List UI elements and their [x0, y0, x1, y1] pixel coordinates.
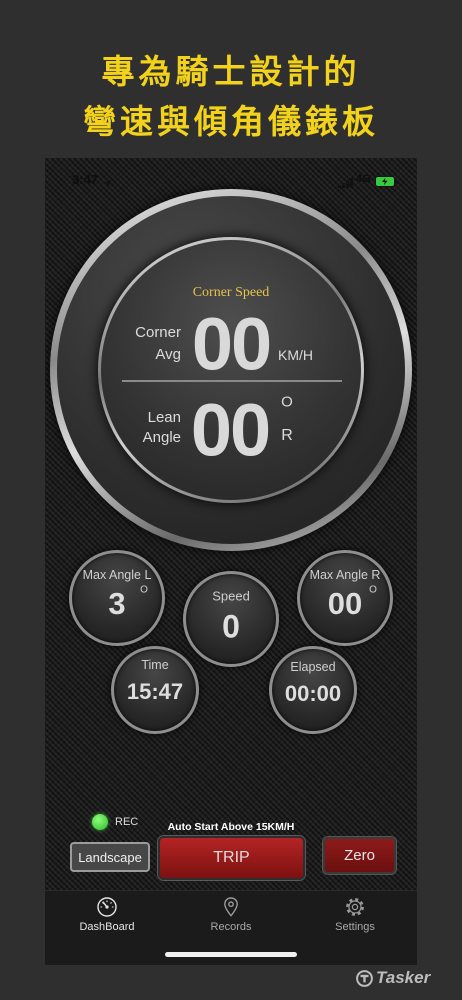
speed-value: 0 — [222, 608, 240, 645]
tab-records[interactable]: Records — [169, 891, 293, 943]
tab-settings-label: Settings — [335, 921, 375, 933]
lean-label-line2: Angle — [142, 429, 181, 446]
rec-label: REC — [115, 816, 139, 828]
promo-headline-line2: 彎速與傾角儀錶板 — [83, 102, 379, 141]
lean-angle-value: 00 — [190, 388, 271, 472]
watermark-text: Tasker — [376, 968, 431, 987]
corner-speed-title: Corner Speed — [192, 285, 270, 300]
tab-records-label: Records — [210, 921, 252, 933]
corner-speed-unit: KM/H — [278, 347, 313, 363]
location-pin-icon — [220, 896, 242, 918]
gauge-divider — [122, 380, 342, 382]
landscape-button[interactable]: Landscape — [70, 842, 150, 872]
time-value: 15:47 — [126, 679, 184, 704]
trip-button[interactable]: TRIP — [158, 836, 305, 880]
max-angle-left-value: 3 — [108, 586, 126, 621]
gear-icon — [344, 896, 366, 918]
max-angle-left-label: Max Angle L — [82, 568, 152, 582]
zero-button-label: Zero — [344, 847, 375, 864]
lean-side-indicator: R — [281, 427, 293, 444]
tab-dashboard[interactable]: DashBoard — [45, 891, 169, 943]
elapsed-label: Elapsed — [290, 660, 336, 674]
max-angle-left-degree: O — [140, 584, 148, 596]
dashboard-icon — [96, 896, 118, 918]
time-label: Time — [141, 658, 169, 672]
tasker-logo-icon — [356, 970, 373, 992]
elapsed-value: 00:00 — [284, 681, 342, 706]
speed-label: Speed — [212, 588, 250, 604]
tab-dashboard-label: DashBoard — [79, 921, 135, 933]
lean-degree-mark: O — [281, 393, 293, 411]
status-time: 3:47 — [72, 172, 99, 187]
tab-settings[interactable]: Settings — [293, 891, 417, 943]
trip-button-label: TRIP — [213, 849, 250, 866]
battery-icon — [375, 174, 397, 192]
promo-headline-line1: 專為騎士設計的 — [101, 52, 361, 91]
rec-indicator-dot — [92, 814, 108, 830]
home-indicator[interactable] — [165, 952, 297, 957]
max-angle-right-degree: O — [369, 584, 377, 596]
max-angle-right-label: Max Angle R — [309, 568, 381, 582]
landscape-button-label: Landscape — [78, 849, 142, 865]
network-type: 4G — [356, 173, 371, 185]
location-arrow-icon — [103, 175, 112, 193]
lean-label-line1: Lean — [147, 409, 181, 426]
auto-start-note: Auto Start Above 15KM/H — [167, 821, 295, 833]
signal-bars-icon — [338, 175, 354, 193]
corner-label-line1: Corner — [135, 324, 181, 341]
max-angle-right-value: 00 — [327, 586, 363, 621]
corner-avg-value: 00 — [191, 302, 272, 386]
corner-label-line2: Avg — [155, 346, 181, 363]
phone-screen: 3:47 4G Corner Speed Corner Avg 00 KM/H … — [45, 158, 417, 965]
zero-button[interactable]: Zero — [323, 837, 396, 874]
